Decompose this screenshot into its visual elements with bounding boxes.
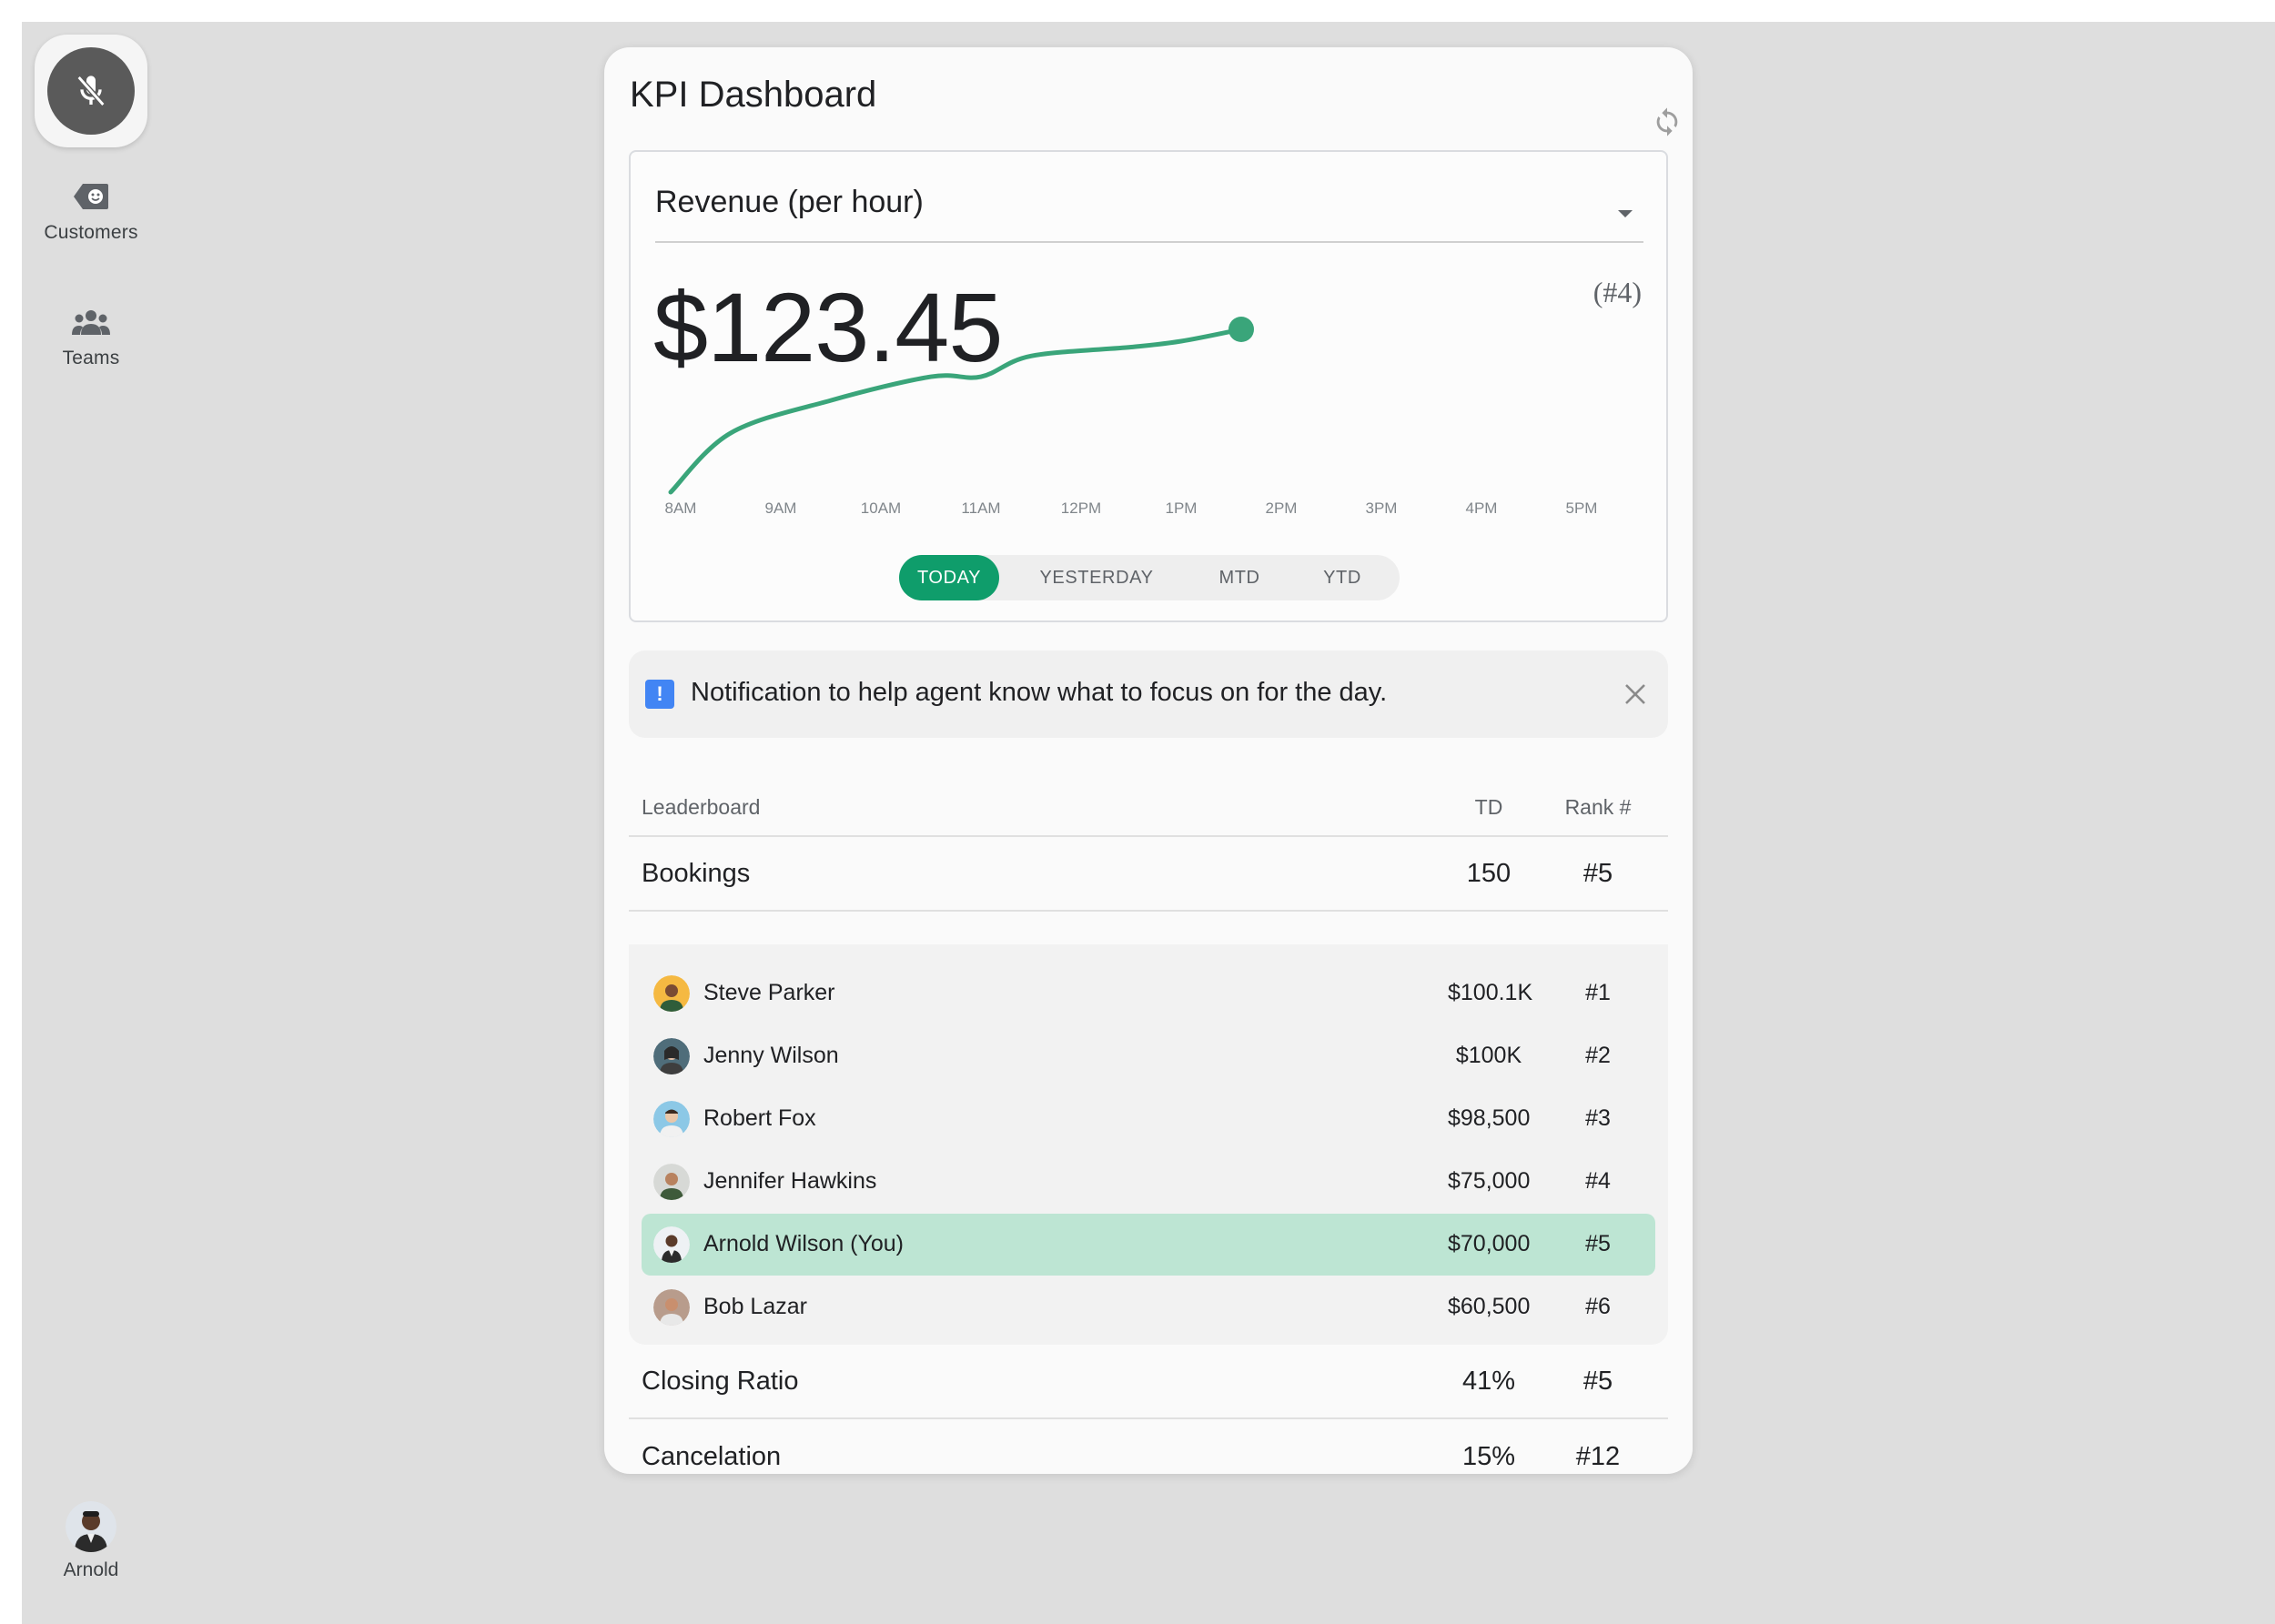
people-group-icon bbox=[72, 310, 110, 335]
person-rank: #2 bbox=[1585, 1043, 1611, 1068]
avatar bbox=[653, 975, 690, 1012]
list-item[interactable]: Robert Fox $98,500 #3 bbox=[642, 1088, 1655, 1150]
notification-banner: ! Notification to help agent know what t… bbox=[629, 651, 1668, 738]
metric-name: Closing Ratio bbox=[642, 1367, 799, 1396]
kpi-value: $123.45 bbox=[653, 272, 1003, 382]
refresh-icon bbox=[1656, 107, 1678, 136]
period-ytd[interactable]: YTD bbox=[1285, 555, 1400, 600]
metric-name: Cancelation bbox=[642, 1442, 782, 1471]
x-tick-label: 4PM bbox=[1466, 499, 1498, 517]
person-name: Arnold Wilson (You) bbox=[703, 1231, 905, 1256]
kpi-chart-panel: Revenue (per hour) 8AM 9AM 10AM 11AM 12PM 1PM… bbox=[629, 150, 1668, 622]
person-value: $60,500 bbox=[1448, 1294, 1531, 1319]
close-button[interactable] bbox=[1619, 678, 1652, 711]
person-name: Bob Lazar bbox=[703, 1294, 807, 1319]
refresh-button[interactable] bbox=[1649, 104, 1685, 140]
person-value: $70,000 bbox=[1448, 1231, 1531, 1256]
mic-off-icon bbox=[76, 76, 106, 106]
profile-name: Arnold bbox=[63, 1559, 119, 1580]
metric-td: 15% bbox=[1461, 1442, 1516, 1471]
avatar bbox=[653, 1038, 690, 1074]
bookings-leaderboard-list: Steve Parker $100.1K #1 Jenny Wilson $10… bbox=[629, 944, 1668, 1345]
person-value: $100.1K bbox=[1448, 980, 1533, 1005]
person-rank: #4 bbox=[1585, 1168, 1611, 1194]
metric-td: 41% bbox=[1461, 1367, 1516, 1396]
person-name: Jennifer Hawkins bbox=[703, 1168, 877, 1194]
x-tick-label: 3PM bbox=[1366, 499, 1398, 517]
avatar bbox=[653, 1226, 690, 1263]
close-icon bbox=[1625, 684, 1645, 704]
avatar bbox=[66, 1501, 116, 1552]
metric-rank: #5 bbox=[1582, 1367, 1613, 1396]
metric-row-bookings[interactable]: Bookings 150 #5 bbox=[629, 837, 1668, 912]
x-tick-label: 1PM bbox=[1166, 499, 1198, 517]
metric-row-cancelation[interactable]: Cancelation 15% #12 bbox=[629, 1420, 1668, 1495]
leaderboard-header: Leaderboard TD Rank # bbox=[629, 775, 1668, 837]
avatar bbox=[653, 1289, 690, 1326]
x-tick-label: 2PM bbox=[1266, 499, 1298, 517]
metric-rank: #12 bbox=[1575, 1442, 1621, 1471]
x-tick-label: 8AM bbox=[665, 499, 697, 517]
customer-tag-icon bbox=[74, 184, 108, 209]
column-header-td: TD bbox=[1474, 795, 1503, 819]
person-rank: #5 bbox=[1585, 1231, 1611, 1256]
notification-text: Notification to help agent know what to … bbox=[691, 678, 1388, 707]
x-tick-label: 10AM bbox=[861, 499, 901, 517]
metric-td: 150 bbox=[1466, 859, 1512, 888]
person-name: Jenny Wilson bbox=[703, 1043, 839, 1068]
person-value: $75,000 bbox=[1448, 1168, 1531, 1194]
app-background: Customers Teams Arnold KPI Dashboard Rev… bbox=[22, 22, 2275, 1624]
column-header-leaderboard: Leaderboard bbox=[642, 795, 761, 819]
kpi-dashboard-card: KPI Dashboard Revenue (per hour) 8AM 9AM 1… bbox=[604, 47, 1693, 1474]
rail-item-label: Customers bbox=[44, 222, 138, 243]
mic-toggle-container bbox=[35, 35, 147, 147]
card-title: KPI Dashboard bbox=[630, 75, 877, 115]
avatar bbox=[653, 1101, 690, 1137]
person-value: $98,500 bbox=[1448, 1105, 1531, 1131]
period-today[interactable]: TODAY bbox=[899, 555, 999, 600]
kpi-rank: (#4) bbox=[1592, 276, 1642, 308]
profile-button[interactable]: Arnold bbox=[22, 1501, 160, 1581]
person-value: $100K bbox=[1455, 1043, 1522, 1068]
column-header-rank: Rank # bbox=[1564, 795, 1632, 819]
list-item[interactable]: Jennifer Hawkins $75,000 #4 bbox=[642, 1151, 1655, 1213]
metric-rank: #5 bbox=[1582, 859, 1613, 888]
person-rank: #1 bbox=[1585, 980, 1611, 1005]
x-tick-label: 5PM bbox=[1566, 499, 1598, 517]
metric-name: Bookings bbox=[642, 859, 751, 888]
avatar bbox=[653, 1164, 690, 1200]
period-mtd[interactable]: MTD bbox=[1194, 555, 1285, 600]
person-name: Robert Fox bbox=[703, 1105, 816, 1131]
list-item[interactable]: Steve Parker $100.1K #1 bbox=[642, 963, 1655, 1024]
x-tick-label: 11AM bbox=[961, 499, 1000, 517]
person-rank: #3 bbox=[1585, 1105, 1611, 1131]
rail-item-customers[interactable]: Customers bbox=[22, 178, 160, 244]
list-item[interactable]: Bob Lazar $60,500 #6 bbox=[642, 1276, 1655, 1338]
period-toggle-group: TODAY YESTERDAY MTD YTD bbox=[899, 555, 1400, 600]
person-name: Steve Parker bbox=[703, 980, 835, 1005]
list-item-current-user[interactable]: Arnold Wilson (You) $70,000 #5 bbox=[642, 1214, 1655, 1276]
period-yesterday[interactable]: YESTERDAY bbox=[999, 555, 1194, 600]
current-value-marker bbox=[1228, 317, 1254, 342]
metric-row-closing-ratio[interactable]: Closing Ratio 41% #5 bbox=[629, 1345, 1668, 1419]
list-item[interactable]: Jenny Wilson $100K #2 bbox=[642, 1025, 1655, 1087]
rail-item-label: Teams bbox=[62, 348, 120, 368]
x-tick-label: 9AM bbox=[765, 499, 797, 517]
mute-button[interactable] bbox=[47, 47, 135, 135]
alert-icon: ! bbox=[645, 680, 674, 709]
person-rank: #6 bbox=[1585, 1294, 1611, 1319]
rail-item-teams[interactable]: Teams bbox=[22, 304, 160, 369]
x-tick-label: 12PM bbox=[1061, 499, 1101, 517]
